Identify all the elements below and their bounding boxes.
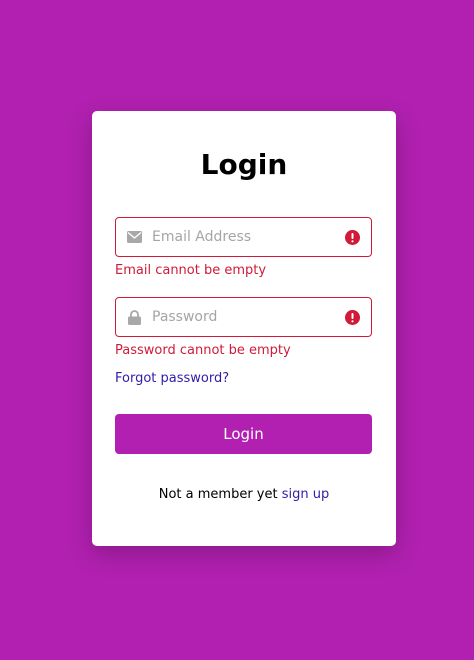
password-error-message: Password cannot be empty: [115, 343, 291, 358]
login-card: Login Email cannot be empty: [92, 111, 396, 546]
signup-prompt-text: Not a member yet: [158, 487, 278, 502]
error-icon: [345, 229, 360, 245]
email-field[interactable]: [115, 217, 372, 257]
login-button[interactable]: Login: [115, 414, 372, 454]
page-title: Login: [200, 148, 288, 181]
signup-prompt: Not a member yet sign up: [92, 486, 396, 504]
email-input[interactable]: [152, 225, 345, 249]
signup-link[interactable]: sign up: [282, 487, 330, 502]
error-icon: [345, 309, 360, 325]
password-input[interactable]: [152, 305, 345, 329]
forgot-password-link[interactable]: Forgot password?: [115, 370, 229, 388]
email-error-message: Email cannot be empty: [115, 263, 267, 278]
lock-icon: [127, 309, 142, 325]
envelope-icon: [127, 230, 142, 245]
password-field[interactable]: [115, 297, 372, 337]
